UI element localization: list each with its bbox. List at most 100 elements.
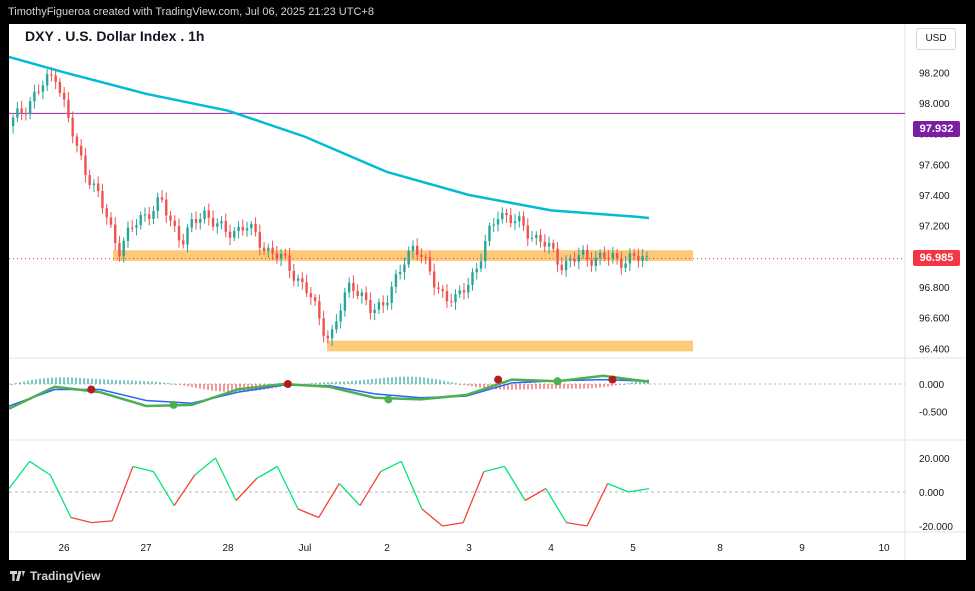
candle-body [92,183,96,185]
candle-body [394,274,398,287]
candle-body [462,290,466,293]
oscillator-line-segment [111,466,134,522]
macd-histogram-bar [391,377,393,384]
macd-histogram-bar [219,384,221,392]
macd-histogram-bar [375,378,377,384]
macd-histogram-bar [143,380,145,384]
candle-body [109,217,113,225]
currency-button[interactable]: USD [916,28,956,50]
macd-histogram-bar [383,377,385,384]
chart-area[interactable]: 98.40098.20098.00097.80097.60097.40097.2… [9,24,966,560]
candle-body [228,231,232,238]
macd-histogram-bar [79,377,81,384]
chart-svg[interactable]: 98.40098.20098.00097.80097.60097.40097.2… [9,24,966,560]
macd-cross-marker [169,400,178,409]
oscillator-line-segment [214,457,237,501]
candle-body [407,250,410,265]
support-zone [327,340,693,352]
macd-histogram-bar [439,379,441,384]
macd-histogram-bar [367,379,369,384]
candle-body [556,248,559,265]
candle-body [437,287,440,289]
macd-histogram-bar [223,384,225,392]
candle-body [156,197,159,212]
oscillator-line-segment [70,516,92,524]
macd-histogram-bar [595,384,597,388]
macd-histogram-bar [167,383,169,385]
candle-body [203,210,206,219]
candle-body [148,214,151,220]
x-tick-label: 9 [799,543,805,554]
macd-cross-marker [608,375,617,384]
candle-body [24,113,28,115]
oscillator-line-segment [483,465,505,473]
macd-histogram-bar [351,380,353,384]
macd-histogram-bar [51,377,53,384]
macd-histogram-bar [419,377,421,384]
candle-body [335,321,338,330]
candle-body [258,232,262,248]
candle-body [177,225,181,241]
candle-body [275,253,279,259]
y-tick-label: 97.200 [919,222,950,233]
macd-histogram-bar [623,383,625,385]
macd-histogram-bar [335,381,337,384]
candle-body [543,241,546,247]
candle-body [624,263,627,268]
candle-body [581,249,585,255]
y-tick-label: 98.000 [919,99,950,110]
candle-body [207,210,210,218]
x-tick-label: 28 [222,543,234,554]
macd-histogram-bar [227,384,229,393]
candle-body [398,272,402,275]
macd-histogram-bar [443,380,445,384]
oscillator-line-segment [318,483,340,518]
chart-frame: TimothyFigueroa created with TradingView… [0,0,975,591]
candle-body [339,310,342,322]
tradingview-logo[interactable]: TradingView [10,569,100,583]
macd-histogram-bar [591,384,593,389]
candle-body [224,221,227,232]
candle-body [577,254,581,262]
macd-histogram-bar [459,384,461,385]
candle-body [381,302,385,306]
candle-body [518,216,521,222]
macd-histogram-bar [475,384,477,388]
macd-histogram-bar [347,381,349,384]
candle-body [28,101,32,115]
macd-cross-marker [87,385,96,394]
candle-body [552,242,555,249]
candle-body [241,226,245,231]
tradingview-icon [10,569,26,583]
candle-body [433,271,436,288]
candle-body [343,292,347,311]
candle-body [467,284,470,293]
macd-histogram-bar [327,382,329,384]
macd-histogram-bar [579,384,581,389]
candle-body [360,292,364,297]
candle-body [169,215,172,221]
candle-body [131,227,134,229]
candle-body [309,293,313,298]
macd-histogram-bar [59,377,61,384]
candle-body [492,224,495,226]
candle-body [598,252,602,258]
oscillator-line-segment [380,460,402,473]
macd-histogram-bar [171,383,173,385]
oscillator-line-segment [359,471,382,506]
macd-histogram-bar [535,384,537,390]
x-tick-label: 5 [630,543,636,554]
candle-body [190,219,193,228]
macd-histogram-bar [135,380,137,384]
x-tick-label: 3 [466,543,472,554]
x-tick-label: 27 [140,543,152,554]
candle-body [54,75,57,83]
macd-histogram-bar [611,384,613,387]
macd-histogram-bar [151,381,153,384]
last-price-tag: 96.985 [913,250,960,266]
tradingview-brand: TradingView [30,569,101,583]
macd-histogram-bar [587,384,589,389]
candle-body [488,225,491,242]
macd-histogram-bar [119,380,121,384]
macd-histogram-bar [463,384,465,385]
